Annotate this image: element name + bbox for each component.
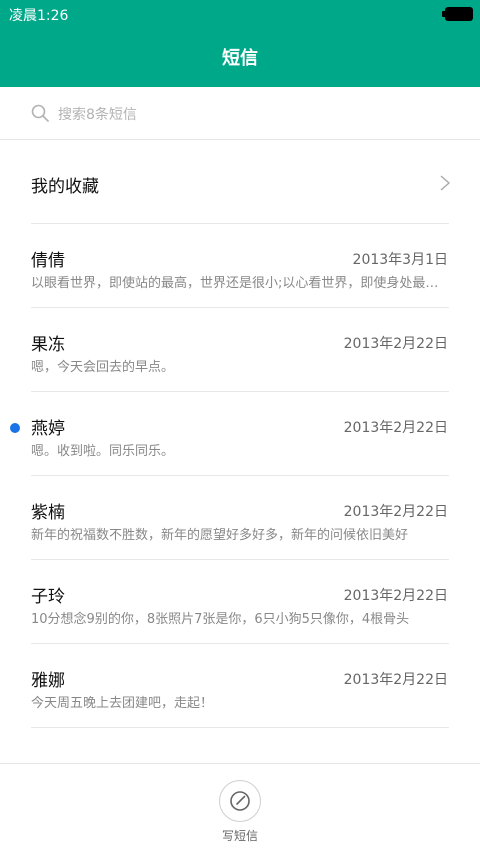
message-date: 2013年2月22日 (343, 336, 448, 352)
message-preview: 10分想念9别的你，8张照片7张是你，6只小狗5只像你，4根骨头 (31, 612, 410, 627)
message-item[interactable]: 果冻 2013年2月22日 嗯，今天会回去的早点。 (0, 308, 480, 392)
compose-button[interactable] (219, 780, 261, 822)
favorites-label: 我的收藏 (31, 177, 99, 197)
message-list: 倩倩 2013年3月1日 以眼看世界，即使站的最高，世界还是很小;以心看世界，即… (0, 224, 480, 728)
compose-label: 写短信 (221, 829, 258, 843)
contact-name: 倩倩 (31, 251, 65, 271)
message-date: 2013年2月22日 (343, 420, 448, 436)
chevron-right-icon (440, 175, 450, 191)
contact-name: 紫楠 (31, 503, 65, 523)
compose-icon (230, 791, 250, 811)
favorites-row[interactable]: 我的收藏 (0, 141, 480, 224)
contact-name: 果冻 (31, 335, 65, 355)
message-date: 2013年2月22日 (343, 588, 448, 604)
bottom-bar: 写短信 (0, 763, 480, 853)
unread-indicator (10, 423, 20, 433)
message-item[interactable]: 燕婷 2013年2月22日 嗯。收到啦。同乐同乐。 (0, 392, 480, 476)
message-item[interactable]: 子玲 2013年2月22日 10分想念9别的你，8张照片7张是你，6只小狗5只像… (0, 560, 480, 644)
status-bar: 凌晨1:26 (0, 0, 480, 28)
contact-name: 雅娜 (31, 671, 65, 691)
message-preview: 嗯，今天会回去的早点。 (31, 360, 175, 375)
search-icon (31, 104, 49, 122)
search-input[interactable]: 搜索8条短信 (58, 104, 137, 124)
battery-icon (442, 7, 473, 21)
message-date: 2013年2月22日 (343, 672, 448, 688)
message-item[interactable]: 紫楠 2013年2月22日 新年的祝福数不胜数，新年的愿望好多好多，新年的问候依… (0, 476, 480, 560)
message-item[interactable]: 倩倩 2013年3月1日 以眼看世界，即使站的最高，世界还是很小;以心看世界，即… (0, 224, 480, 308)
contact-name: 子玲 (31, 587, 65, 607)
message-item[interactable]: 雅娜 2013年2月22日 今天周五晚上去团建吧，走起！ (0, 644, 480, 728)
app-header: 凌晨1:26 短信 (0, 0, 480, 87)
message-date: 2013年3月1日 (352, 252, 448, 268)
contact-name: 燕婷 (31, 419, 65, 439)
message-preview: 以眼看世界，即使站的最高，世界还是很小;以心看世界，即使身处最低，世界也是无穷大 (31, 276, 449, 291)
message-preview: 新年的祝福数不胜数，新年的愿望好多好多，新年的问候依旧美好 (31, 528, 409, 543)
page-title: 短信 (222, 48, 258, 69)
message-preview: 今天周五晚上去团建吧，走起！ (31, 696, 214, 711)
status-time: 凌晨1:26 (9, 8, 69, 24)
search-bar[interactable]: 搜索8条短信 (0, 87, 480, 140)
message-preview: 嗯。收到啦。同乐同乐。 (31, 444, 175, 459)
message-date: 2013年2月22日 (343, 504, 448, 520)
